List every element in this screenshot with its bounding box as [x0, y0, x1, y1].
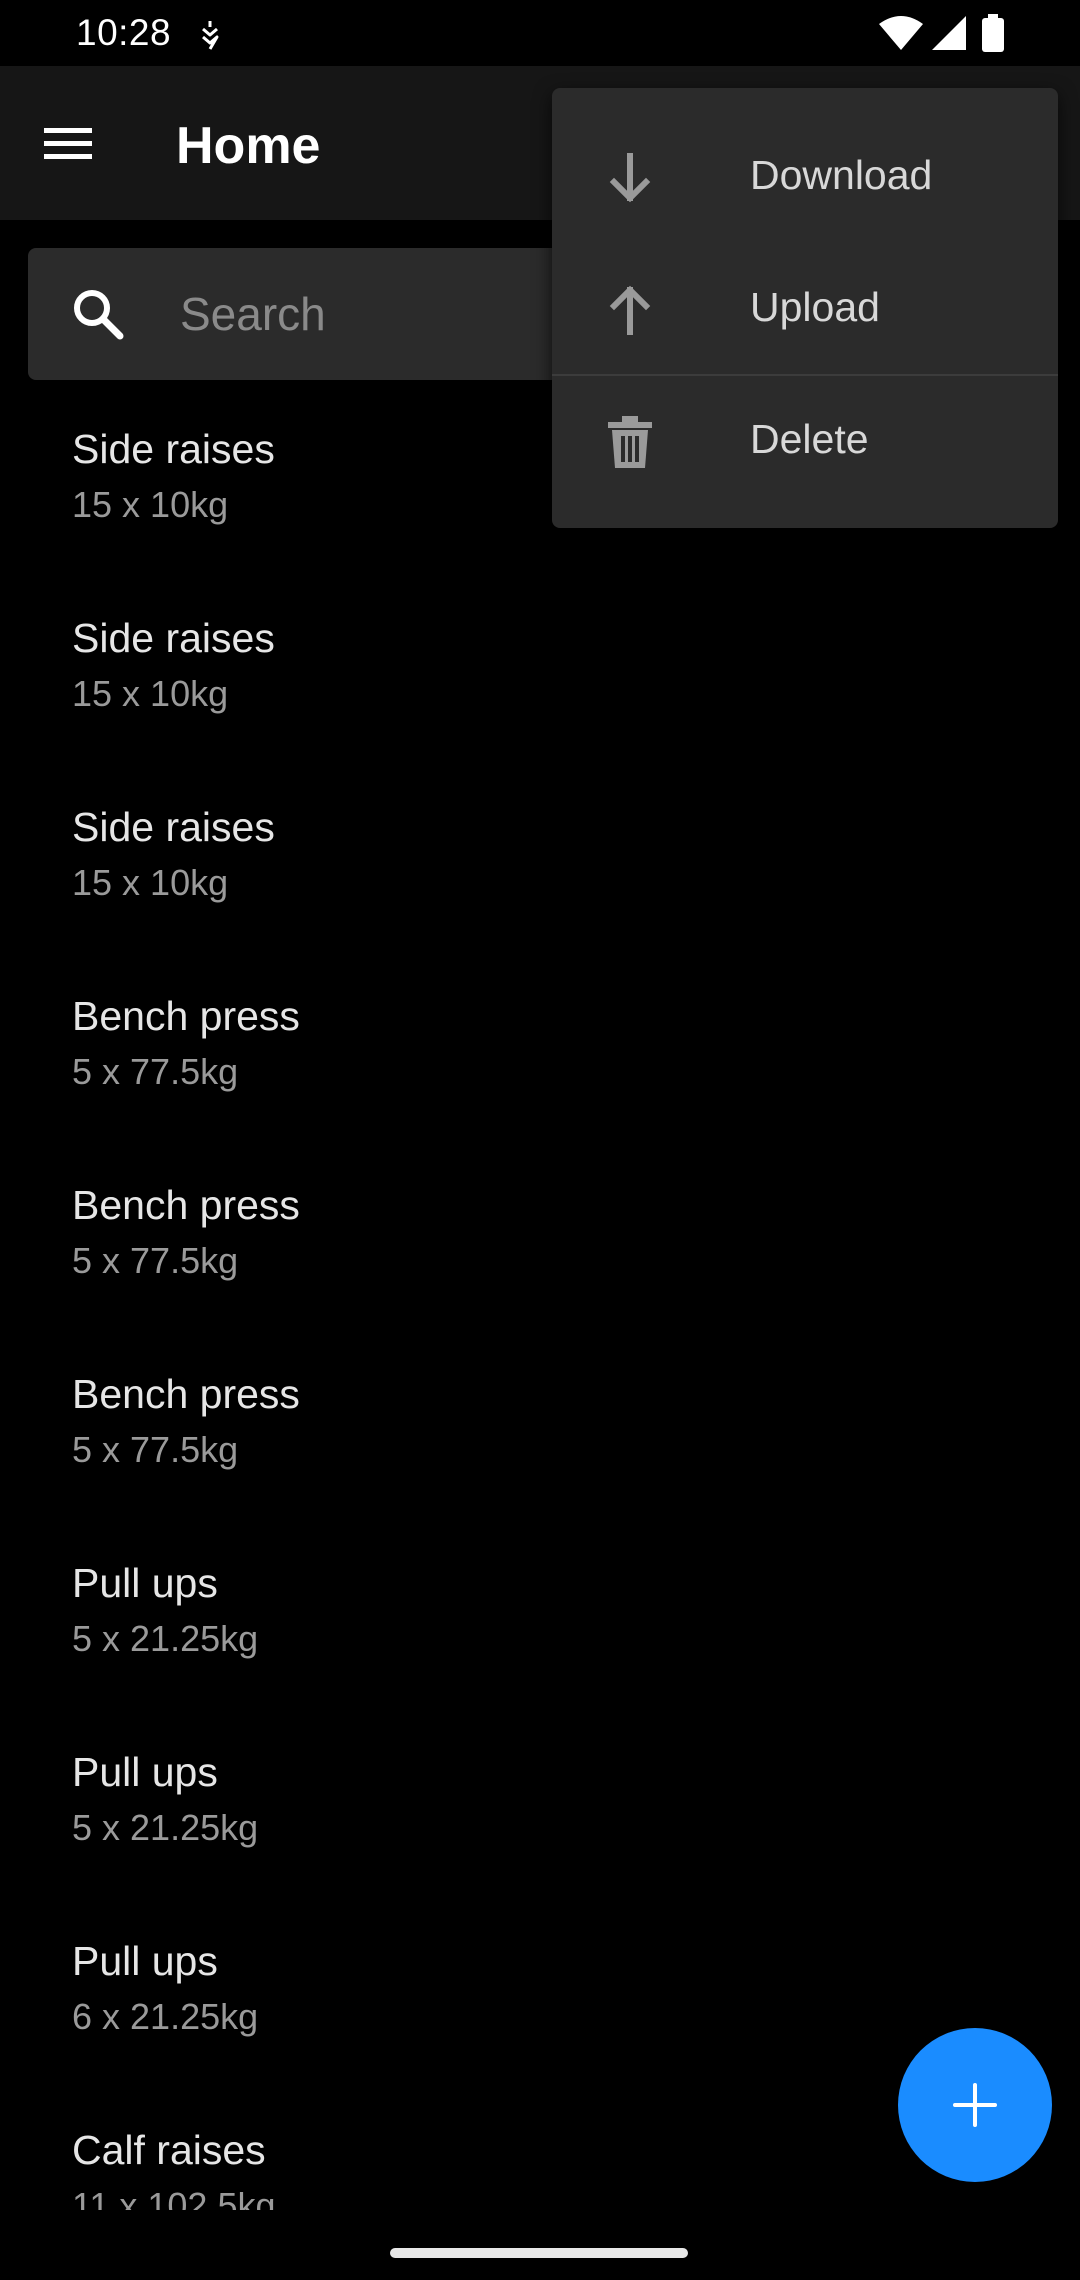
status-time: 10:28	[76, 12, 172, 53]
menu-item-delete[interactable]: Delete	[552, 376, 1058, 506]
status-bar: 10:28	[0, 0, 1080, 66]
arrow-down-icon	[609, 153, 651, 203]
wifi-icon	[879, 16, 923, 50]
exercise-name: Bench press	[72, 1371, 300, 1417]
menu-item-upload[interactable]: Upload	[552, 244, 1058, 374]
menu-item-label: Download	[750, 152, 933, 198]
search-icon	[74, 290, 124, 340]
list-item[interactable]: Pull ups 6 x 21.25kg	[0, 1890, 1080, 2079]
plus-icon	[953, 2083, 997, 2127]
exercise-detail: 5 x 77.5kg	[72, 1240, 239, 1281]
exercise-name: Pull ups	[72, 1938, 218, 1984]
menu-icon[interactable]	[44, 124, 92, 164]
trash-icon	[608, 416, 652, 468]
exercise-detail: 6 x 21.25kg	[72, 1996, 259, 2037]
exercise-list: Side raises 15 x 10kg Side raises 15 x 1…	[0, 378, 1080, 2210]
exercise-detail: 5 x 77.5kg	[72, 1429, 239, 1470]
exercise-detail: 11 x 102.5kg	[72, 2185, 276, 2210]
exercise-detail: 5 x 77.5kg	[72, 1051, 239, 1092]
battery-icon	[982, 14, 1004, 52]
list-item[interactable]: Side raises 15 x 10kg	[0, 567, 1080, 756]
exercise-name: Bench press	[72, 993, 300, 1039]
exercise-detail: 15 x 10kg	[72, 673, 229, 714]
exercise-name: Pull ups	[72, 1560, 218, 1606]
overflow-menu: Download Upload Delete	[552, 88, 1058, 528]
list-item[interactable]: Pull ups 5 x 21.25kg	[0, 1512, 1080, 1701]
signal-icon	[932, 16, 966, 50]
notification-icon	[202, 21, 219, 50]
exercise-detail: 15 x 10kg	[72, 862, 229, 903]
exercise-detail: 5 x 21.25kg	[72, 1618, 259, 1659]
menu-item-download[interactable]: Download	[552, 112, 1058, 242]
list-item[interactable]: Bench press 5 x 77.5kg	[0, 1323, 1080, 1512]
menu-item-label: Upload	[750, 284, 880, 330]
page-title: Home	[176, 117, 321, 175]
list-item[interactable]: Pull ups 5 x 21.25kg	[0, 1701, 1080, 1890]
list-item[interactable]: Bench press 5 x 77.5kg	[0, 945, 1080, 1134]
exercise-name: Bench press	[72, 1182, 300, 1228]
exercise-name: Pull ups	[72, 1749, 218, 1795]
exercise-name: Side raises	[72, 615, 275, 661]
list-item[interactable]: Bench press 5 x 77.5kg	[0, 1134, 1080, 1323]
arrow-up-icon	[609, 285, 651, 335]
list-item[interactable]: Side raises 15 x 10kg	[0, 756, 1080, 945]
exercise-name: Calf raises	[72, 2127, 266, 2173]
exercise-name: Side raises	[72, 804, 275, 850]
exercise-detail: 5 x 21.25kg	[72, 1807, 259, 1848]
exercise-name: Side raises	[72, 426, 275, 472]
menu-item-label: Delete	[750, 416, 869, 462]
add-exercise-button[interactable]	[898, 2028, 1052, 2182]
exercise-detail: 15 x 10kg	[72, 484, 229, 525]
screen: 10:28 Home Side rais	[0, 0, 1080, 2280]
gesture-nav-handle[interactable]	[390, 2248, 688, 2258]
